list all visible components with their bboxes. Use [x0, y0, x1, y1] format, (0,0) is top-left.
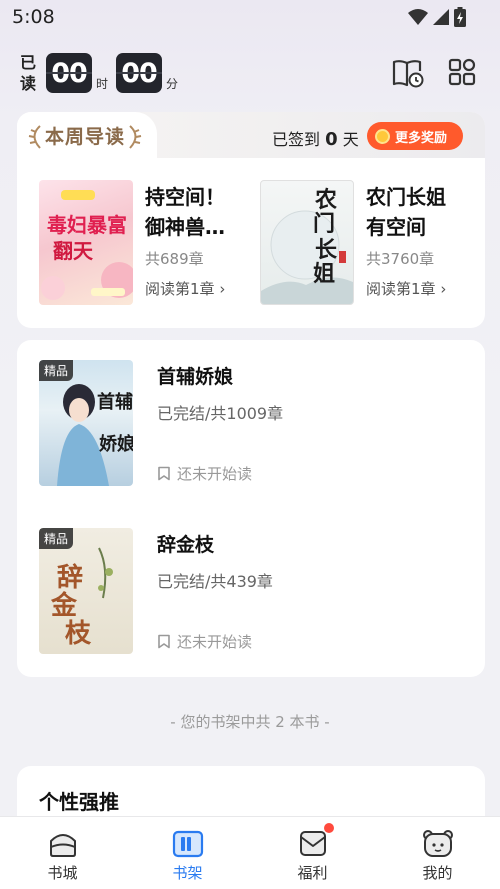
- header-actions: [392, 58, 476, 88]
- svg-text:姐: 姐: [313, 261, 335, 287]
- shelf-book[interactable]: 辞 金 枝 精品 辞金枝 已完结/共439章 还未开始读: [39, 528, 479, 658]
- read-first-chapter-link[interactable]: 阅读第1章 ›: [366, 278, 446, 299]
- nav-profile[interactable]: 我的: [375, 817, 500, 889]
- book-cover[interactable]: 毒妇暴富 翻天: [39, 180, 133, 305]
- battery-icon: [454, 7, 466, 27]
- nav-bookstore[interactable]: 书城: [0, 817, 125, 889]
- cover-title-text: 辞: [57, 562, 83, 593]
- bookstore-icon: [49, 834, 76, 857]
- book-cover[interactable]: 辞 金 枝 精品: [39, 528, 133, 654]
- grid-apps-icon[interactable]: [448, 58, 476, 86]
- timer-label: 已 读: [20, 53, 37, 93]
- cover-title-text: 首辅: [97, 391, 133, 413]
- checkin-status: 已签到 0 天: [272, 129, 359, 150]
- coin-icon: [375, 128, 390, 144]
- weekly-title: 本周导读: [45, 126, 126, 148]
- book-title: 首辅娇娘: [157, 366, 234, 388]
- cover-title-text: 毒妇暴富: [47, 213, 127, 237]
- bookmark-icon: [158, 466, 170, 481]
- book-title: 持空间！ 御神兽…: [145, 185, 225, 239]
- timer-minutes-unit: 分: [166, 77, 179, 91]
- reading-progress: 还未开始读: [157, 631, 252, 652]
- weekly-header: 本周导读 已签到 0 天 更多奖励: [17, 112, 485, 158]
- signal-icon: [433, 9, 449, 25]
- chevron-right-icon: ›: [440, 280, 447, 298]
- premium-badge: 精品: [39, 360, 74, 381]
- bookshelf-icon: [172, 830, 203, 858]
- bottom-nav: 书城 书架 福利 我的: [0, 816, 500, 889]
- svg-text:娇娘: 娇娘: [99, 433, 133, 455]
- weekly-tab: 本周导读: [17, 112, 157, 158]
- book-title: 农门长姐 有空间: [366, 185, 446, 239]
- read-first-chapter-link[interactable]: 阅读第1章 ›: [145, 278, 225, 299]
- book-chapters: 共3760章: [366, 250, 435, 268]
- bookshelf-card: 首辅 娇娘 精品 首辅娇娘 已完结/共1009章 还未开始读 辞 金 枝 精品 …: [17, 340, 485, 677]
- status-bar: 5:08: [0, 0, 500, 34]
- book-status: 已完结/共439章: [157, 572, 273, 591]
- checkin-days: 0: [325, 129, 338, 150]
- status-time: 5:08: [12, 6, 55, 28]
- book-title: 辞金枝: [157, 534, 215, 556]
- nav-bookshelf[interactable]: 书架: [125, 817, 250, 889]
- timer-hours-unit: 时: [96, 77, 109, 91]
- weekly-guide-card: 本周导读 已签到 0 天 更多奖励 毒妇暴富 翻天 持空间！ 御神兽… 共689…: [17, 112, 485, 328]
- timer-minutes: 00: [116, 53, 163, 93]
- book-status: 已完结/共1009章: [157, 404, 284, 423]
- laurel-left-icon: [28, 125, 41, 149]
- wifi-icon: [408, 9, 428, 25]
- more-rewards-button[interactable]: 更多奖励: [367, 122, 463, 150]
- notification-dot: [324, 823, 334, 833]
- book-chapters: 共689章: [145, 250, 204, 268]
- chevron-right-icon: ›: [219, 280, 226, 298]
- recommend-title: 个性强推: [39, 790, 119, 814]
- svg-text:金: 金: [50, 590, 78, 621]
- book-cover[interactable]: 农 门 长 姐: [260, 180, 354, 305]
- reading-progress: 还未开始读: [157, 463, 252, 484]
- book-cover[interactable]: 首辅 娇娘 精品: [39, 360, 133, 486]
- welfare-icon: [299, 831, 326, 856]
- reading-history-icon[interactable]: [392, 58, 424, 88]
- reading-timer: 已 读 00 时 00 分: [20, 50, 178, 96]
- svg-text:枝: 枝: [65, 619, 92, 649]
- premium-badge: 精品: [39, 528, 74, 549]
- svg-text:长: 长: [315, 237, 338, 263]
- nav-welfare[interactable]: 福利: [250, 817, 375, 889]
- profile-icon: [422, 830, 453, 857]
- timer-hours: 00: [46, 53, 92, 93]
- svg-text:翻天: 翻天: [53, 239, 94, 263]
- cover-title-text: 农: [314, 187, 337, 213]
- laurel-right-icon: [129, 125, 142, 149]
- status-icons: [408, 7, 466, 27]
- shelf-book[interactable]: 首辅 娇娘 精品 首辅娇娘 已完结/共1009章 还未开始读: [39, 360, 479, 490]
- svg-text:门: 门: [313, 211, 335, 237]
- shelf-count: - 您的书架中共 2 本书 -: [170, 713, 330, 731]
- bookmark-icon: [158, 634, 170, 649]
